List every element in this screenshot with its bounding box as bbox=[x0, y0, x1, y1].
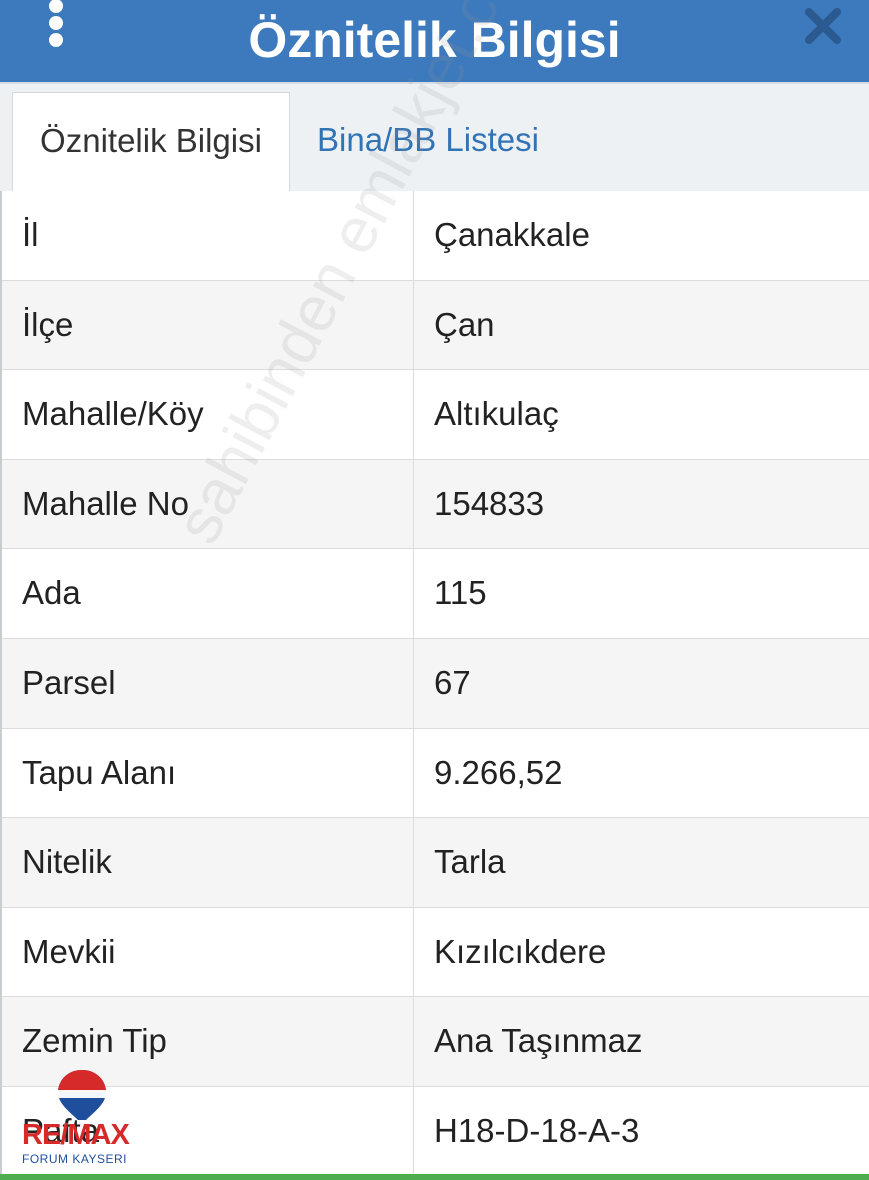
tab-oznitelik-bilgisi[interactable]: Öznitelik Bilgisi bbox=[12, 92, 290, 192]
table-row: Mahalle/Köy Altıkulaç bbox=[0, 370, 869, 460]
row-label: Tapu Alanı bbox=[0, 728, 414, 818]
bottom-accent-bar bbox=[0, 1174, 869, 1180]
row-label: Parsel bbox=[0, 638, 414, 728]
row-value: Ana Taşınmaz bbox=[434, 1022, 643, 1060]
row-label: İl bbox=[0, 191, 414, 280]
logo-name: RE/MAX bbox=[22, 1119, 130, 1151]
logo-subtitle: FORUM KAYSERI bbox=[22, 1152, 127, 1166]
row-value: 67 bbox=[434, 663, 471, 701]
row-value: 115 bbox=[434, 574, 487, 612]
row-value: H18-D-18-A-3 bbox=[434, 1111, 640, 1149]
tab-bar: Öznitelik Bilgisi Bina/BB Listesi bbox=[0, 84, 869, 192]
table-row: Parsel 67 bbox=[0, 638, 869, 729]
attribute-table: İl Çanakkale İlçe Çan Mahalle/Köy Altıkulaç Ma… bbox=[0, 191, 869, 1177]
page-title: Öznitelik Bilgisi bbox=[248, 12, 621, 68]
row-value: Kızılcıkdere bbox=[434, 932, 607, 970]
app-header: Öznitelik Bilgisi bbox=[0, 0, 869, 84]
tab-bina-bb-listesi[interactable]: Bina/BB Listesi bbox=[300, 92, 580, 192]
row-value: Altıkulaç bbox=[434, 395, 559, 433]
row-value: 154833 bbox=[434, 484, 545, 522]
close-icon[interactable] bbox=[803, 6, 843, 46]
table-row: Nitelik Tarla bbox=[0, 818, 869, 908]
table-row: İl Çanakkale bbox=[0, 191, 869, 281]
row-label: Nitelik bbox=[0, 818, 414, 907]
table-row: Ada 115 bbox=[0, 549, 869, 639]
row-value: Çan bbox=[434, 305, 495, 343]
row-label: Mahalle/Köy bbox=[0, 370, 414, 459]
row-label: Mevkii bbox=[0, 907, 414, 997]
table-row: Tapu Alanı 9.266,52 bbox=[0, 728, 869, 819]
remax-logo: RE/MAX RE/MAX FORUM KAYSERI bbox=[18, 1068, 138, 1168]
row-label: Mahalle No bbox=[0, 459, 414, 549]
balloon-icon bbox=[58, 1070, 106, 1120]
row-label: Ada bbox=[0, 549, 414, 638]
logo-small-text: RE/MAX bbox=[62, 1082, 94, 1091]
left-edge bbox=[0, 191, 2, 1180]
table-row: Mevkii Kızılcıkdere bbox=[0, 907, 869, 998]
table-row: Mahalle No 154833 bbox=[0, 459, 869, 550]
row-value: Çanakkale bbox=[434, 216, 590, 253]
table-row: İlçe Çan bbox=[0, 280, 869, 371]
row-label: İlçe bbox=[0, 280, 414, 370]
row-value: Tarla bbox=[434, 843, 506, 881]
row-value: 9.266,52 bbox=[434, 753, 563, 791]
